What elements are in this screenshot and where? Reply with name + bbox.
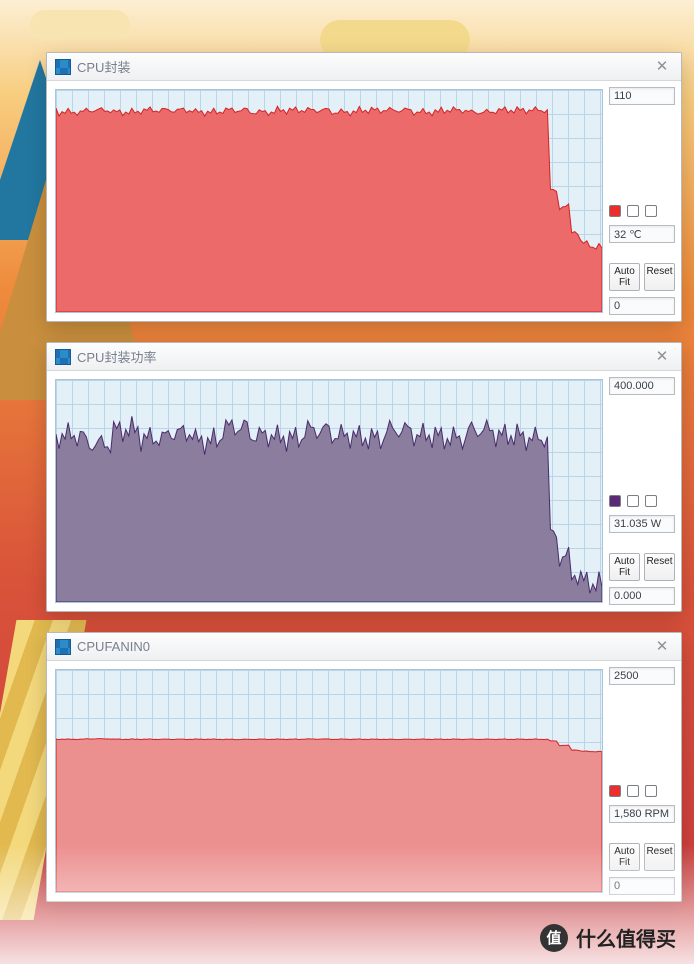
titlebar[interactable]: CPU封装 ✕ (47, 53, 681, 81)
window-title: CPU封装功率 (77, 347, 651, 366)
chart-area (55, 89, 603, 313)
app-icon (55, 639, 71, 655)
series-empty-swatch[interactable] (645, 205, 657, 217)
window-title: CPU封装 (77, 57, 651, 76)
window-title: CPUFANIN0 (77, 639, 651, 654)
max-value[interactable]: 2500 (609, 667, 675, 685)
current-value[interactable]: 1,580 RPM (609, 805, 675, 823)
series-empty-swatch[interactable] (627, 495, 639, 507)
series-swatches (609, 493, 675, 509)
series-color-swatch[interactable] (609, 785, 621, 797)
close-icon[interactable]: ✕ (651, 58, 673, 76)
reset-button[interactable]: Reset (644, 553, 675, 581)
close-icon[interactable]: ✕ (651, 348, 673, 366)
autofit-button[interactable]: Auto Fit (609, 263, 640, 291)
current-value[interactable]: 32 ℃ (609, 225, 675, 243)
titlebar[interactable]: CPUFANIN0 ✕ (47, 633, 681, 661)
max-value[interactable]: 110 (609, 87, 675, 105)
series-swatches (609, 783, 675, 799)
series-empty-swatch[interactable] (627, 205, 639, 217)
monitor-window-cpu_power: CPU封装功率 ✕ 400.000 31.035 W Aut (46, 342, 682, 612)
series-color-swatch[interactable] (609, 495, 621, 507)
brand-badge-icon: 值 (540, 924, 568, 952)
chart-area (55, 379, 603, 603)
app-icon (55, 349, 71, 365)
max-value[interactable]: 400.000 (609, 377, 675, 395)
brand-footer: 值 什么值得买 (540, 923, 676, 952)
series-swatches (609, 203, 675, 219)
min-value[interactable]: 0 (609, 297, 675, 315)
reset-button[interactable]: Reset (644, 263, 675, 291)
autofit-button[interactable]: Auto Fit (609, 553, 640, 581)
side-panel: 400.000 31.035 W Auto Fit Reset 0.000 (607, 371, 681, 611)
side-panel: 110 32 ℃ Auto Fit Reset 0 (607, 81, 681, 321)
titlebar[interactable]: CPU封装功率 ✕ (47, 343, 681, 371)
series-empty-swatch[interactable] (645, 495, 657, 507)
series-empty-swatch[interactable] (645, 785, 657, 797)
series-color-swatch[interactable] (609, 205, 621, 217)
brand-text: 什么值得买 (576, 923, 676, 952)
decorative-cloud (30, 10, 130, 40)
app-icon (55, 59, 71, 75)
monitor-window-cpu_temp: CPU封装 ✕ 110 32 ℃ Auto Fit (46, 52, 682, 322)
current-value[interactable]: 31.035 W (609, 515, 675, 533)
close-icon[interactable]: ✕ (651, 638, 673, 656)
min-value[interactable]: 0.000 (609, 587, 675, 605)
series-empty-swatch[interactable] (627, 785, 639, 797)
